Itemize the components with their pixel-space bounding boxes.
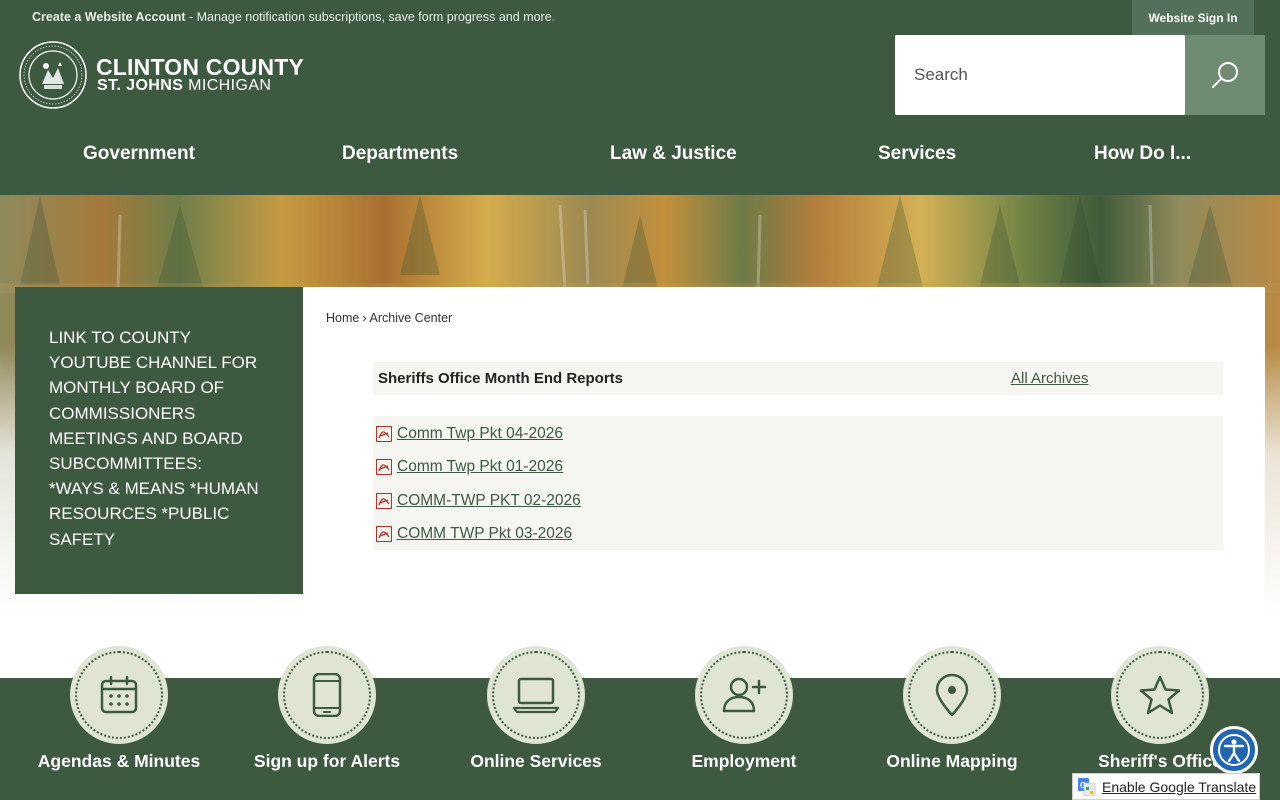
quick-link-circle[interactable] bbox=[487, 646, 585, 744]
sidebar-card: LINK TO COUNTY YOUTUBE CHANNEL FOR MONTH… bbox=[15, 287, 303, 594]
google-translate-label[interactable]: Enable Google Translate bbox=[1102, 779, 1256, 795]
county-location-city: ST. JOHNS bbox=[97, 77, 184, 94]
quick-link-label[interactable]: Online Services bbox=[436, 751, 636, 772]
county-location-state: MICHIGAN bbox=[183, 77, 272, 94]
archive-header: Sheriffs Office Month End Reports All Ar… bbox=[373, 362, 1223, 395]
nav-government[interactable]: Government bbox=[83, 143, 195, 165]
list-item: COMM-TWP PKT 02-2026 bbox=[373, 490, 581, 512]
archive-title: Sheriffs Office Month End Reports bbox=[378, 370, 624, 387]
add-user-icon bbox=[722, 677, 767, 713]
search-box bbox=[895, 35, 1185, 115]
archive-content: Home › Archive Center Sheriffs Office Mont… bbox=[303, 287, 1265, 678]
pdf-icon[interactable] bbox=[376, 459, 392, 475]
quick-link-label[interactable]: Online Mapping bbox=[852, 751, 1052, 772]
search-button[interactable] bbox=[1185, 35, 1265, 115]
youtube-channel-link[interactable]: LINK TO COUNTY YOUTUBE CHANNEL FOR MONTH… bbox=[49, 325, 259, 552]
document-link[interactable]: COMM TWP Pkt 03-2026 bbox=[397, 525, 572, 543]
laptop-icon bbox=[513, 677, 559, 714]
quick-link-label[interactable]: Sign up for Alerts bbox=[227, 751, 427, 772]
quick-link-circle[interactable] bbox=[903, 646, 1001, 744]
search-icon bbox=[1211, 62, 1238, 89]
quick-link-online-mapping[interactable]: Online Mapping bbox=[852, 646, 1052, 786]
document-link[interactable]: Comm Twp Pkt 04-2026 bbox=[397, 425, 563, 443]
breadcrumb-current[interactable]: Archive Center bbox=[370, 311, 453, 325]
nav-law-justice[interactable]: Law & Justice bbox=[610, 143, 737, 165]
nav-departments[interactable]: Departments bbox=[342, 143, 458, 165]
search-input[interactable] bbox=[895, 35, 1185, 115]
nav-how-do-i[interactable]: How Do I... bbox=[1094, 143, 1191, 165]
quick-link-employment[interactable]: Employment bbox=[644, 646, 844, 786]
phone-icon bbox=[312, 673, 342, 717]
create-account-link[interactable]: Create a Website Account bbox=[32, 10, 186, 24]
google-translate-icon: G bbox=[1078, 777, 1096, 796]
website-sign-in-button[interactable]: Website Sign In bbox=[1132, 0, 1254, 35]
star-icon bbox=[1139, 675, 1181, 715]
pdf-icon[interactable] bbox=[376, 426, 392, 442]
accessibility-icon bbox=[1218, 734, 1250, 766]
account-message: Create a Website Account - Manage notifi… bbox=[32, 10, 555, 24]
main-nav: Government Departments Law & Justice Ser… bbox=[0, 133, 1280, 177]
svg-text:G: G bbox=[1080, 781, 1086, 790]
quick-link-label[interactable]: Employment bbox=[644, 751, 844, 772]
pdf-icon[interactable] bbox=[376, 493, 392, 509]
all-archives-link[interactable]: All Archives bbox=[1011, 370, 1089, 387]
county-location[interactable]: ST. JOHNS MICHIGAN bbox=[97, 77, 271, 95]
quick-link-alerts[interactable]: Sign up for Alerts bbox=[227, 646, 427, 786]
accessibility-button[interactable] bbox=[1210, 726, 1258, 774]
list-item: Comm Twp Pkt 01-2026 bbox=[373, 456, 563, 478]
breadcrumb-separator: › bbox=[362, 311, 367, 325]
map-pin-icon bbox=[935, 673, 969, 717]
quick-link-circle[interactable] bbox=[278, 646, 376, 744]
quick-link-circle[interactable] bbox=[70, 646, 168, 744]
quick-link-circle[interactable] bbox=[1111, 646, 1209, 744]
calendar-icon bbox=[100, 675, 138, 714]
county-seal-icon[interactable] bbox=[18, 40, 88, 110]
list-item: COMM TWP Pkt 03-2026 bbox=[373, 523, 572, 545]
site-header: CLINTON COUNTY ST. JOHNS MICHIGAN Govern… bbox=[0, 35, 1280, 195]
document-list: Comm Twp Pkt 04-2026 Comm Twp Pkt 01-202… bbox=[373, 416, 1223, 550]
quick-link-agendas[interactable]: Agendas & Minutes bbox=[19, 646, 219, 786]
google-translate-widget[interactable]: G Enable Google Translate bbox=[1072, 773, 1260, 800]
quick-link-online-services[interactable]: Online Services bbox=[436, 646, 636, 786]
account-message-text: - Manage notification subscriptions, sav… bbox=[185, 10, 556, 24]
document-link[interactable]: Comm Twp Pkt 01-2026 bbox=[397, 458, 563, 476]
top-bar: Create a Website Account - Manage notifi… bbox=[0, 0, 1280, 35]
quick-link-label[interactable]: Agendas & Minutes bbox=[19, 751, 219, 772]
list-item: Comm Twp Pkt 04-2026 bbox=[373, 423, 563, 445]
pdf-icon[interactable] bbox=[376, 526, 392, 542]
breadcrumb-home[interactable]: Home bbox=[326, 311, 359, 325]
breadcrumb: Home › Archive Center bbox=[326, 311, 452, 325]
document-link[interactable]: COMM-TWP PKT 02-2026 bbox=[397, 492, 581, 510]
quick-link-circle[interactable] bbox=[695, 646, 793, 744]
nav-services[interactable]: Services bbox=[878, 143, 956, 165]
